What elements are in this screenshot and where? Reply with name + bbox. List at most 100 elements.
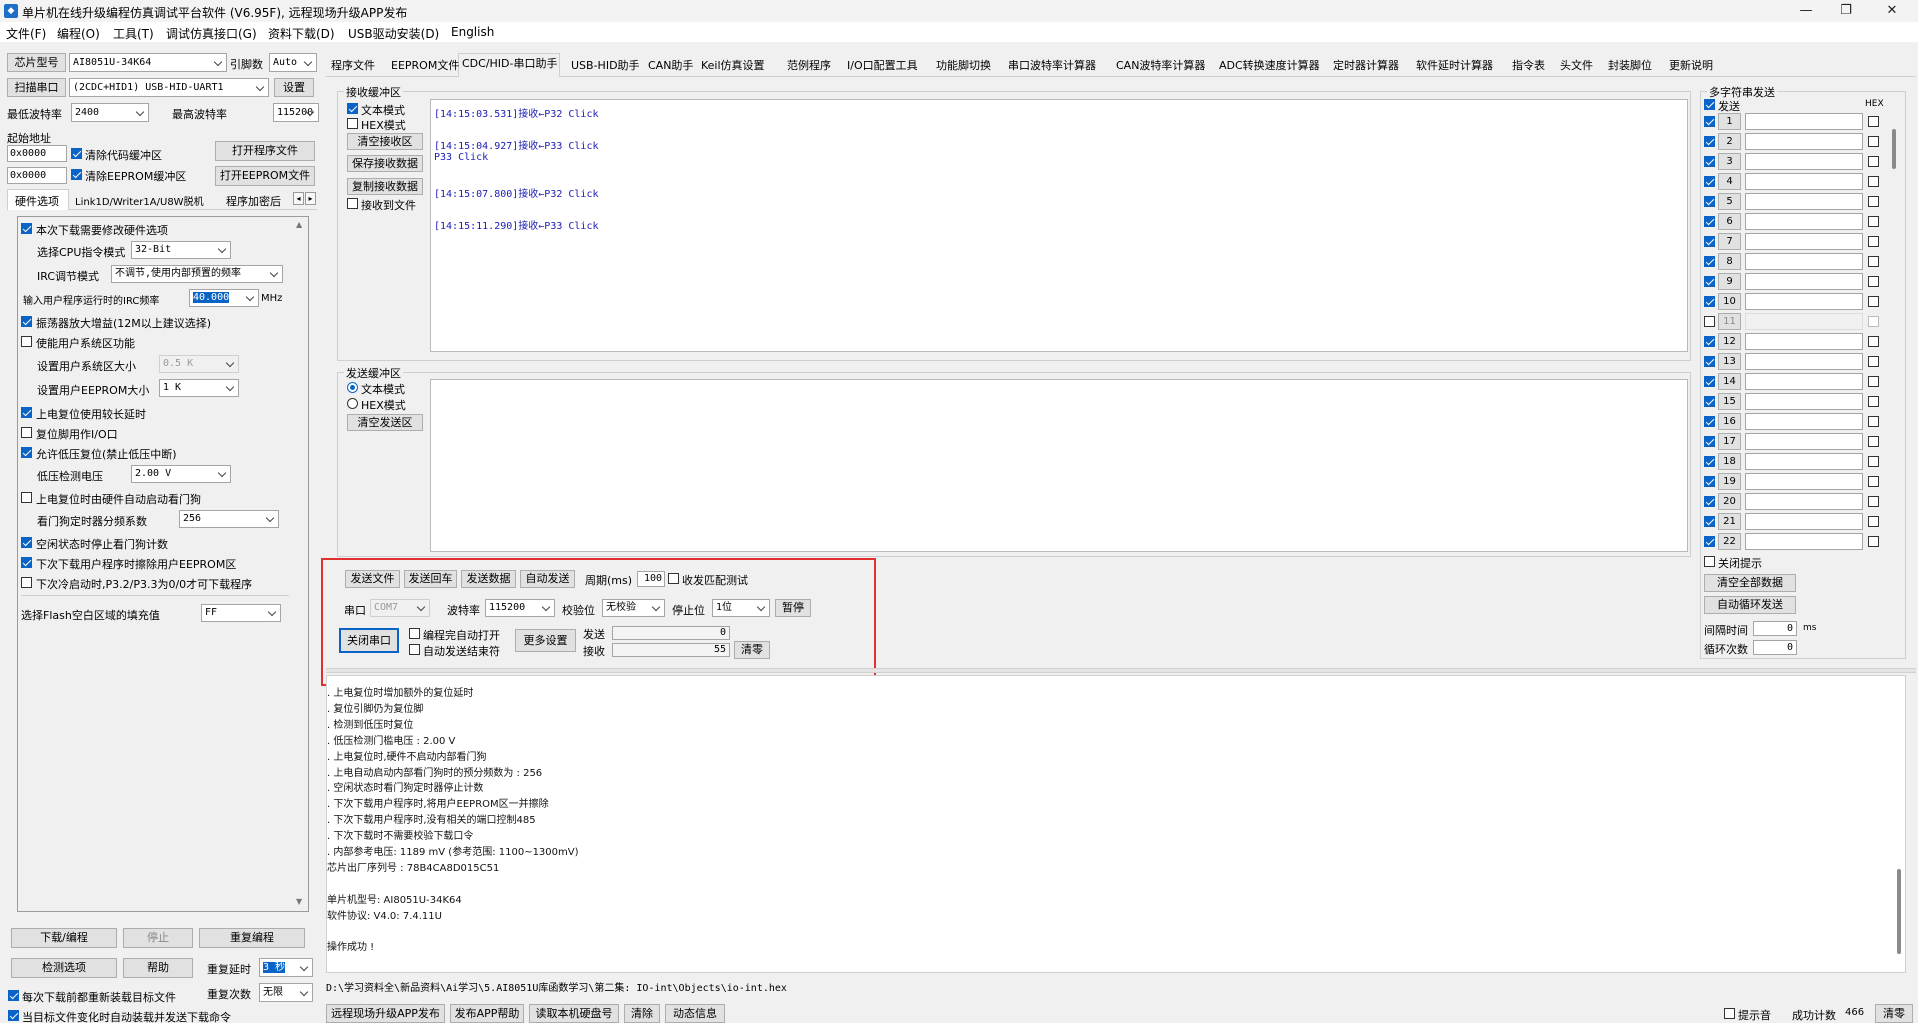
multi-row-input[interactable] — [1745, 273, 1863, 290]
multi-row-send-button[interactable]: 15 — [1718, 393, 1741, 410]
multi-row-send-checkbox[interactable] — [1704, 396, 1715, 407]
send-text-mode-radio[interactable] — [347, 382, 358, 393]
multi-row-hex-checkbox[interactable] — [1868, 396, 1879, 407]
multi-row-send-button[interactable]: 4 — [1718, 173, 1741, 190]
close-button[interactable]: ✕ — [1872, 2, 1912, 20]
clear-all-data-button[interactable]: 清空全部数据 — [1704, 574, 1796, 592]
multi-row-input[interactable] — [1745, 253, 1863, 270]
min-baud-select[interactable]: 2400 — [71, 103, 149, 122]
multi-row-send-button[interactable]: 10 — [1718, 293, 1741, 310]
clear-receive-button[interactable]: 清空接收区 — [347, 133, 423, 150]
multi-row-send-checkbox[interactable] — [1704, 296, 1715, 307]
settings-button[interactable]: 设置 — [274, 78, 314, 97]
lvd-voltage-select[interactable]: 2.00 V — [131, 465, 231, 483]
multi-row-hex-checkbox[interactable] — [1868, 356, 1879, 367]
multi-row-send-button[interactable]: 18 — [1718, 453, 1741, 470]
multi-row-send-button[interactable]: 3 — [1718, 153, 1741, 170]
multi-row-hex-checkbox[interactable] — [1868, 116, 1879, 127]
multi-row-input[interactable] — [1745, 473, 1863, 490]
clear-log-button[interactable]: 清除 — [624, 1004, 660, 1023]
multi-row-send-checkbox[interactable] — [1704, 116, 1715, 127]
tab-examples[interactable]: 范例程序 — [787, 57, 831, 73]
multi-row-hex-checkbox[interactable] — [1868, 536, 1879, 547]
multi-row-input[interactable] — [1745, 433, 1863, 450]
maximize-button[interactable]: ❐ — [1826, 2, 1866, 20]
tab-delay-calc[interactable]: 软件延时计算器 — [1416, 57, 1493, 73]
tab-offline[interactable]: Link1D/Writer1A/U8W脱机 — [75, 193, 204, 208]
hw-options-scrollbar[interactable]: ▲ ▼ — [292, 217, 308, 911]
clear-send-button[interactable]: 清空发送区 — [347, 414, 423, 431]
multi-row-send-button[interactable]: 8 — [1718, 253, 1741, 270]
tab-timer-calc[interactable]: 定时器计算器 — [1333, 57, 1399, 73]
low-voltage-reset-checkbox[interactable] — [21, 447, 32, 458]
multi-row-send-checkbox[interactable] — [1704, 356, 1715, 367]
help-button[interactable]: 帮助 — [123, 958, 193, 978]
multi-row-input[interactable] — [1745, 533, 1863, 550]
multi-row-input[interactable] — [1745, 413, 1863, 430]
multi-send-all-checkbox[interactable] — [1704, 99, 1715, 110]
multi-row-hex-checkbox[interactable] — [1868, 296, 1879, 307]
cold-start-p32-checkbox[interactable] — [21, 577, 32, 588]
send-area[interactable] — [430, 379, 1688, 552]
stop-button[interactable]: 停止 — [123, 928, 193, 948]
irc-mode-select[interactable]: 不调节,使用内部预置的频率 — [111, 265, 283, 283]
check-options-button[interactable]: 检测选项 — [11, 958, 117, 978]
multi-row-send-checkbox[interactable] — [1704, 256, 1715, 267]
tab-cdc-hid-serial[interactable]: CDC/HID-串口助手 — [462, 55, 558, 71]
tab-io-config[interactable]: I/O口配置工具 — [847, 57, 918, 73]
multi-row-hex-checkbox[interactable] — [1868, 156, 1879, 167]
log-area[interactable]: . 上电复位时增加额外的复位延时 . 复位引脚仍为复位脚 . 检测到低压时复位 … — [326, 675, 1906, 973]
tab-pin-switch[interactable]: 功能脚切换 — [936, 57, 991, 73]
minimize-button[interactable]: — — [1786, 2, 1826, 20]
modify-hw-options-checkbox[interactable] — [21, 223, 32, 234]
multi-row-hex-checkbox[interactable] — [1868, 376, 1879, 387]
multi-row-send-button[interactable]: 17 — [1718, 433, 1741, 450]
multi-row-send-checkbox[interactable] — [1704, 416, 1715, 427]
erase-eeprom-checkbox[interactable] — [21, 557, 32, 568]
port-select[interactable]: (2CDC+HID1) USB-HID-UART1 — [69, 78, 269, 97]
tab-can[interactable]: CAN助手 — [648, 57, 693, 73]
multi-row-send-checkbox[interactable] — [1704, 176, 1715, 187]
recv-text-mode-checkbox[interactable] — [347, 103, 358, 114]
tab-usb-hid[interactable]: USB-HID助手 — [571, 57, 640, 73]
multi-row-send-button[interactable]: 1 — [1718, 113, 1741, 130]
code-start-address-input[interactable]: 0x0000 — [7, 145, 67, 162]
multi-row-send-checkbox[interactable] — [1704, 196, 1715, 207]
clear-eeprom-buffer-checkbox[interactable] — [71, 169, 82, 180]
multi-row-send-button[interactable]: 9 — [1718, 273, 1741, 290]
multi-row-input[interactable] — [1745, 393, 1863, 410]
max-baud-select[interactable]: 115200 — [273, 103, 319, 122]
hw-watchdog-checkbox[interactable] — [21, 492, 32, 503]
multi-row-hex-checkbox[interactable] — [1868, 436, 1879, 447]
multi-row-input[interactable] — [1745, 353, 1863, 370]
multi-row-send-checkbox[interactable] — [1704, 476, 1715, 487]
multi-row-hex-checkbox[interactable] — [1868, 336, 1879, 347]
reset-pin-io-checkbox[interactable] — [21, 427, 32, 438]
multi-row-hex-checkbox[interactable] — [1868, 316, 1879, 327]
save-receive-button[interactable]: 保存接收数据 — [347, 155, 423, 172]
eeprom-size-select[interactable]: 1 K — [159, 379, 239, 397]
multi-row-send-checkbox[interactable] — [1704, 336, 1715, 347]
multi-row-send-checkbox[interactable] — [1704, 456, 1715, 467]
auto-loop-send-button[interactable]: 自动循环发送 — [1704, 596, 1796, 614]
clear-code-buffer-checkbox[interactable] — [71, 148, 82, 159]
multi-row-hex-checkbox[interactable] — [1868, 236, 1879, 247]
multi-row-send-checkbox[interactable] — [1704, 156, 1715, 167]
multi-row-input[interactable] — [1745, 173, 1863, 190]
tab-package-pins[interactable]: 封装脚位 — [1608, 57, 1652, 73]
open-eeprom-file-button[interactable]: 打开EEPROM文件 — [215, 166, 315, 186]
multi-string-scrollbar[interactable] — [1888, 111, 1900, 551]
scan-port-button[interactable]: 扫描串口 — [7, 78, 66, 97]
multi-row-input[interactable] — [1745, 213, 1863, 230]
multi-row-input[interactable] — [1745, 153, 1863, 170]
download-program-button[interactable]: 下载/编程 — [11, 928, 117, 948]
multi-row-hex-checkbox[interactable] — [1868, 456, 1879, 467]
read-hdd-button[interactable]: 读取本机硬盘号 — [529, 1004, 619, 1023]
cpu-mode-select[interactable]: 32-Bit — [131, 241, 231, 259]
multi-row-input[interactable] — [1745, 373, 1863, 390]
loop-count-input[interactable]: 0 — [1753, 640, 1797, 655]
menu-tools[interactable]: 工具(T) — [113, 25, 154, 42]
tab-instruction-table[interactable]: 指令表 — [1512, 57, 1545, 73]
multi-row-send-button[interactable]: 22 — [1718, 533, 1741, 550]
multi-row-input[interactable] — [1745, 293, 1863, 310]
